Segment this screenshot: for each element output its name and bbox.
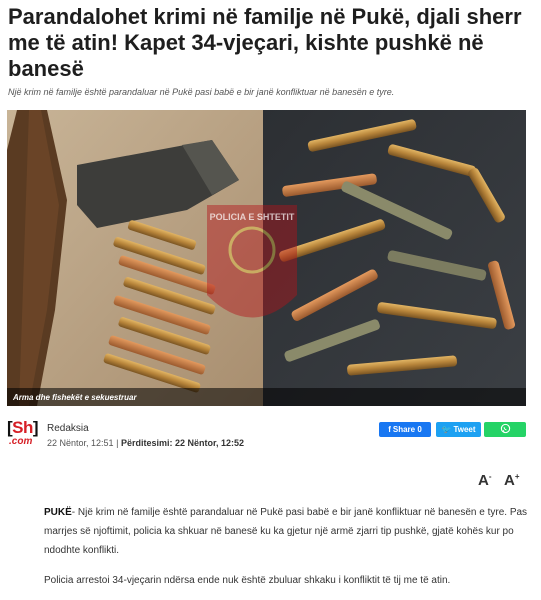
article-paragraph: Policia arrestoi 34-vjeçarin ndërsa ende…	[44, 575, 451, 586]
article-subheadline: Një krim në familje është parandaluar në…	[8, 87, 395, 97]
seized-weapons-image: POLICIA E SHTETIT	[7, 110, 526, 406]
article-meta: [Sh] .com Redaksia 22 Nëntor, 12:51 | Pë…	[7, 418, 526, 454]
logo-mark: [Sh]	[7, 418, 39, 437]
facebook-share-button[interactable]: f Share 0	[379, 422, 431, 437]
site-logo[interactable]: [Sh] .com	[7, 418, 41, 452]
article-headline: Parandalohet krimi në familje në Pukë, d…	[8, 4, 522, 81]
facebook-icon: f	[388, 425, 391, 434]
whatsapp-icon	[500, 423, 510, 434]
whatsapp-share-button[interactable]	[484, 422, 526, 437]
twitter-icon: 🐦	[441, 425, 452, 434]
dateline: PUKË	[44, 507, 72, 518]
updated-label: Përditesimi:	[120, 438, 173, 448]
publish-dates: 22 Nëntor, 12:51 | Përditesimi: 22 Nënto…	[47, 438, 244, 448]
published-date: 22 Nëntor, 12:51	[47, 438, 114, 448]
twitter-share-button[interactable]: 🐦 Tweet	[436, 422, 481, 437]
photo-caption: Arma dhe fishekët e sekuestruar	[13, 393, 137, 402]
article-paragraph: PUKË- Një krim në familje është parandal…	[44, 507, 528, 556]
updated-date: 22 Nëntor, 12:52	[174, 438, 245, 448]
author-name[interactable]: Redaksia	[47, 423, 89, 434]
photo-watermark: POLICIA E SHTETIT	[210, 212, 295, 222]
increase-font-button[interactable]: A+	[504, 472, 520, 489]
date-separator: |	[116, 438, 119, 448]
logo-domain: .com	[9, 436, 33, 447]
article-body: PUKË- Një krim në familje është parandal…	[44, 503, 534, 600]
decrease-font-button[interactable]: A-	[478, 472, 492, 489]
article-photo[interactable]: POLICIA E SHTETIT Arma dhe fishekët e se…	[7, 110, 526, 406]
share-count: 0	[417, 425, 422, 434]
